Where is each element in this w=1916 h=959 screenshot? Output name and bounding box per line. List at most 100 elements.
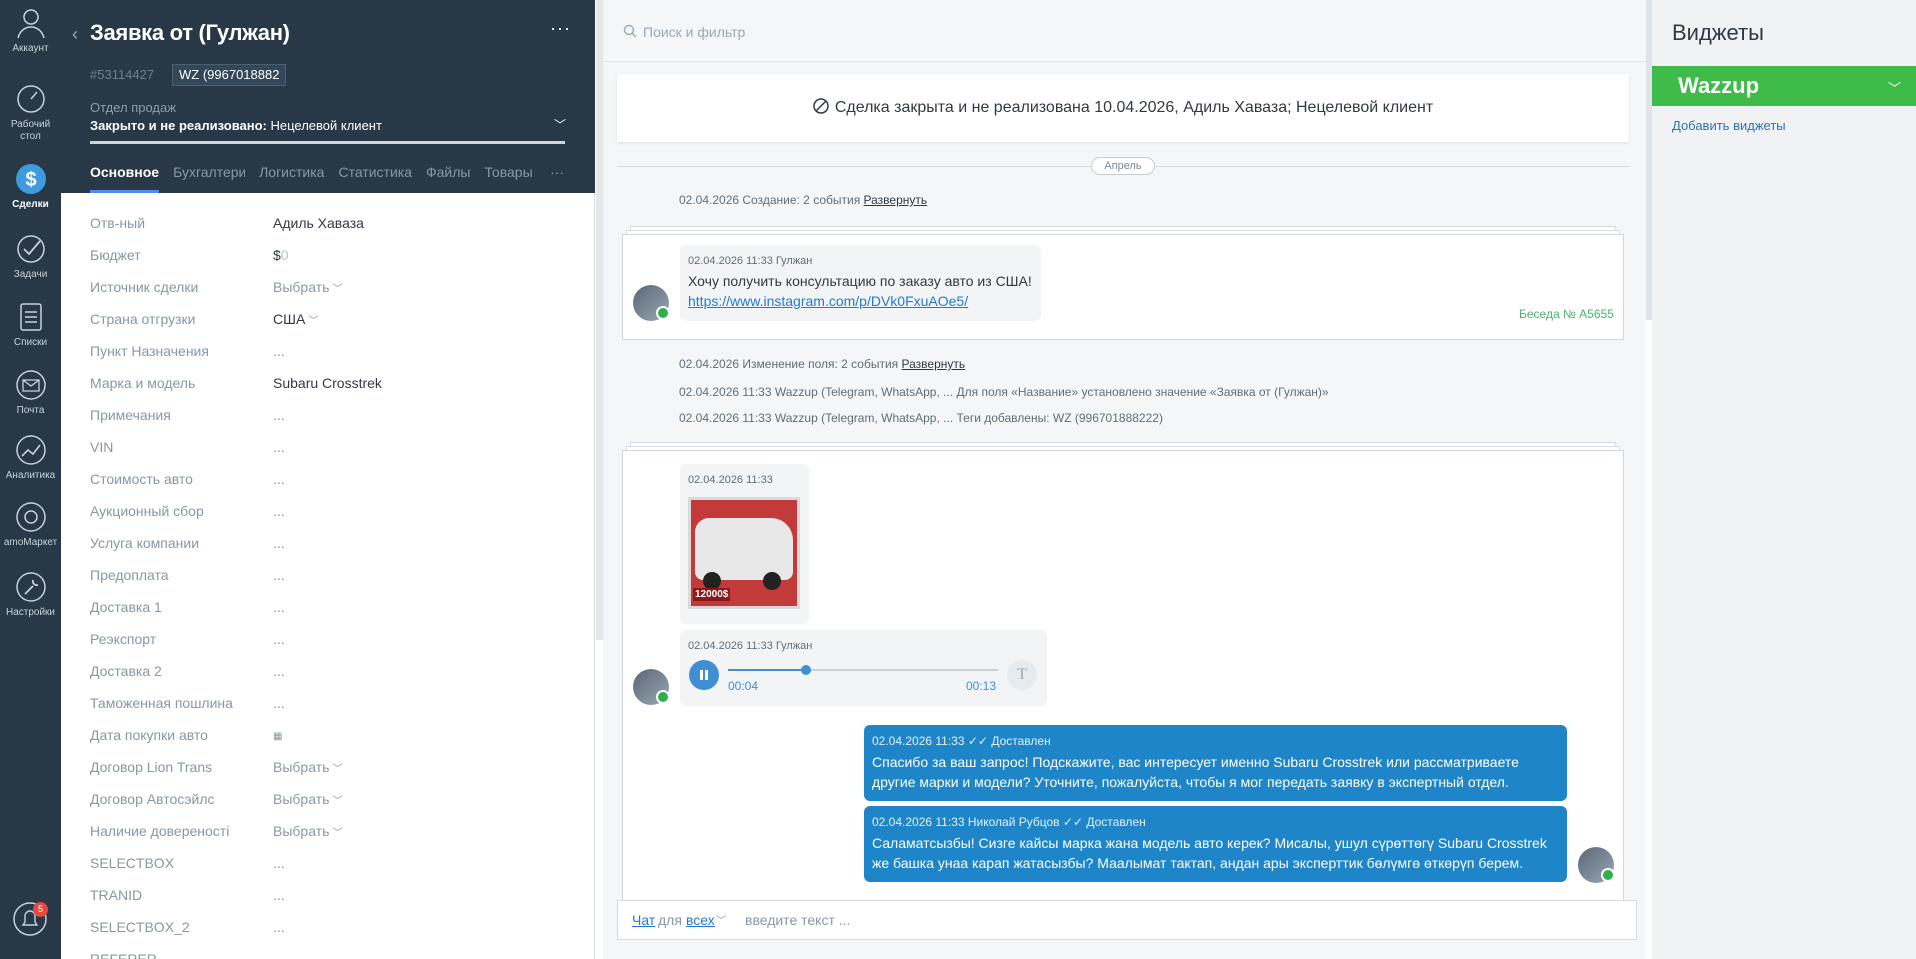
nav-mail[interactable]: Почта [0, 368, 61, 417]
field-value[interactable]: ... [273, 599, 285, 615]
tab-logistics[interactable]: Логистика [259, 164, 324, 193]
card-menu-button[interactable]: ··· [550, 18, 571, 39]
field-label: Услуга компании [90, 535, 200, 551]
field-label: Договор Автосэйлс [90, 791, 215, 807]
source-select[interactable]: Выбрать ﹀ [273, 279, 342, 295]
chat-recipient-link[interactable]: всех [686, 912, 715, 928]
nav-market[interactable]: amoМаркет [0, 500, 61, 549]
field-value[interactable]: ... [273, 887, 285, 903]
message-time: 02.04.2026 11:33 Николай Рубцов [872, 815, 1060, 829]
nav-tasks-label: Задачи [13, 269, 48, 280]
field-value[interactable]: ... [273, 663, 285, 679]
feed-note-title: 02.04.2026 11:33 Wazzup (Telegram, Whats… [679, 385, 1329, 399]
message-text: Саламатсызбы! Сизге кайсы марка жана мод… [872, 835, 1547, 871]
field-lion-trans: Договор Lion Trans Выбрать ﹀ [90, 755, 560, 787]
field-delivery-1: Доставка 1... [90, 595, 560, 627]
expand-link[interactable]: Развернуть [902, 357, 966, 371]
field-label: Примечания [90, 407, 171, 423]
field-value[interactable]: ... [273, 535, 285, 551]
field-value[interactable]: ... [273, 567, 285, 583]
tabs-more-button[interactable]: ··· [550, 164, 564, 180]
feed-search-bar[interactable] [603, 0, 1646, 62]
transcribe-button[interactable]: T [1007, 660, 1037, 690]
field-label: Предоплата [90, 567, 169, 583]
tab-files[interactable]: Файлы [426, 164, 470, 193]
field-value[interactable]: Адиль Хаваза [273, 215, 364, 231]
calendar-icon[interactable]: ▦ [273, 731, 282, 742]
field-country: Страна отгрузки США ﹀ [90, 307, 560, 339]
field-value[interactable]: Subaru Crosstrek [273, 375, 382, 391]
nav-settings-label: Настройки [5, 607, 56, 618]
field-value[interactable]: ... [273, 471, 285, 487]
notification-badge: 5 [33, 902, 48, 917]
field-value[interactable]: ... [273, 695, 285, 711]
select-value: Выбрать [273, 823, 330, 839]
nav-lists[interactable]: Списки [0, 300, 61, 349]
pause-button[interactable] [689, 660, 719, 690]
chat-input[interactable]: введите текст ... [745, 912, 850, 928]
field-value[interactable]: ... [273, 407, 285, 423]
message-meta: 02.04.2026 11:33 ✓✓ Доставлен [872, 734, 1051, 748]
nav-mail-label: Почта [16, 405, 45, 416]
field-notes: Примечания... [90, 403, 560, 435]
back-arrow-icon[interactable]: ‹ [72, 24, 78, 45]
field-label: Доставка 2 [90, 663, 162, 679]
audio-progress [728, 669, 807, 671]
field-label: Марка и модель [90, 375, 196, 391]
deal-title[interactable]: Заявка от (Гулжан) [90, 20, 290, 46]
attorney-select[interactable]: Выбрать ﹀ [273, 823, 342, 839]
search-input[interactable]: Поиск и фильтр [643, 24, 745, 40]
nav-desktop[interactable]: Рабочий стол [0, 82, 61, 143]
feed-note-tags: 02.04.2026 11:33 Wazzup (Telegram, Whats… [679, 411, 1163, 425]
select-value: Выбрать [273, 279, 330, 295]
nav-settings[interactable]: Настройки [0, 570, 61, 619]
feed-note-changed: 02.04.2026 Изменение поля: 2 события Раз… [679, 357, 965, 371]
field-value[interactable]: ... [273, 855, 285, 871]
whatsapp-icon [1601, 868, 1615, 882]
field-value[interactable]: ... [273, 343, 285, 359]
tab-main[interactable]: Основное [90, 164, 160, 193]
field-label: Наличие довереності [90, 823, 230, 839]
nav-account[interactable]: Аккаунт [0, 6, 61, 55]
expand-link[interactable]: Развернуть [864, 193, 928, 207]
chevron-down-icon: ﹀ [332, 828, 343, 839]
image-message: 02.04.2026 11:33 12000$ [680, 464, 809, 624]
nav-analytics[interactable]: Аналитика [0, 433, 61, 482]
double-check-icon: ✓✓ [1062, 815, 1083, 829]
chevron-down-icon: ﹀ [332, 284, 343, 295]
tab-statistics[interactable]: Статистика [338, 164, 412, 193]
chevron-down-icon[interactable]: ﹀ [716, 912, 726, 927]
tab-accounting[interactable]: Бухгалтерия [173, 164, 245, 193]
lion-trans-select[interactable]: Выбрать ﹀ [273, 759, 342, 775]
tab-products[interactable]: Товары [484, 164, 532, 193]
budget-input[interactable]: $0 [273, 247, 289, 263]
message-meta: 02.04.2026 11:33 Николай Рубцов ✓✓ Доста… [872, 815, 1146, 829]
field-value[interactable]: ... [273, 439, 285, 455]
wazzup-widget[interactable]: Wazzup ﹀ [1652, 66, 1916, 106]
conversation-number[interactable]: Беседа № A5655 [1519, 307, 1614, 321]
search-icon [623, 24, 637, 38]
field-label: SELECTBOX_2 [90, 919, 190, 935]
field-budget: Бюджет $0 [90, 243, 560, 275]
field-label: Отв-ный [90, 215, 146, 231]
field-label: Стоимость авто [90, 471, 193, 487]
deal-tag[interactable]: WZ (9967018882 [172, 64, 286, 86]
chevron-down-icon: ﹀ [332, 764, 343, 775]
car-photo[interactable]: 12000$ [688, 497, 800, 609]
nav-tasks[interactable]: Задачи [0, 232, 61, 281]
autosales-select[interactable]: Выбрать ﹀ [273, 791, 342, 807]
country-select[interactable]: США ﹀ [273, 311, 318, 327]
deal-id: #53114427 [90, 67, 155, 82]
message-link[interactable]: https://www.instagram.com/p/DVk0FxuAOe5/ [688, 293, 968, 309]
field-label: Бюджет [90, 247, 141, 263]
outgoing-message: 02.04.2026 11:33 Николай Рубцов ✓✓ Доста… [864, 806, 1567, 882]
chat-type-link[interactable]: Чат [632, 912, 655, 928]
pipeline-status[interactable]: Закрыто и не реализовано: Нецелевой клие… [90, 118, 382, 133]
card-scrollbar[interactable] [596, 0, 603, 640]
field-value[interactable]: ... [273, 503, 285, 519]
chevron-down-icon[interactable]: ﹀ [554, 116, 566, 133]
nav-deals[interactable]: $ Сделки [0, 162, 61, 211]
field-value[interactable]: ... [273, 631, 285, 647]
add-widgets-link[interactable]: Добавить виджеты [1672, 118, 1786, 133]
field-value[interactable]: ... [273, 919, 285, 935]
